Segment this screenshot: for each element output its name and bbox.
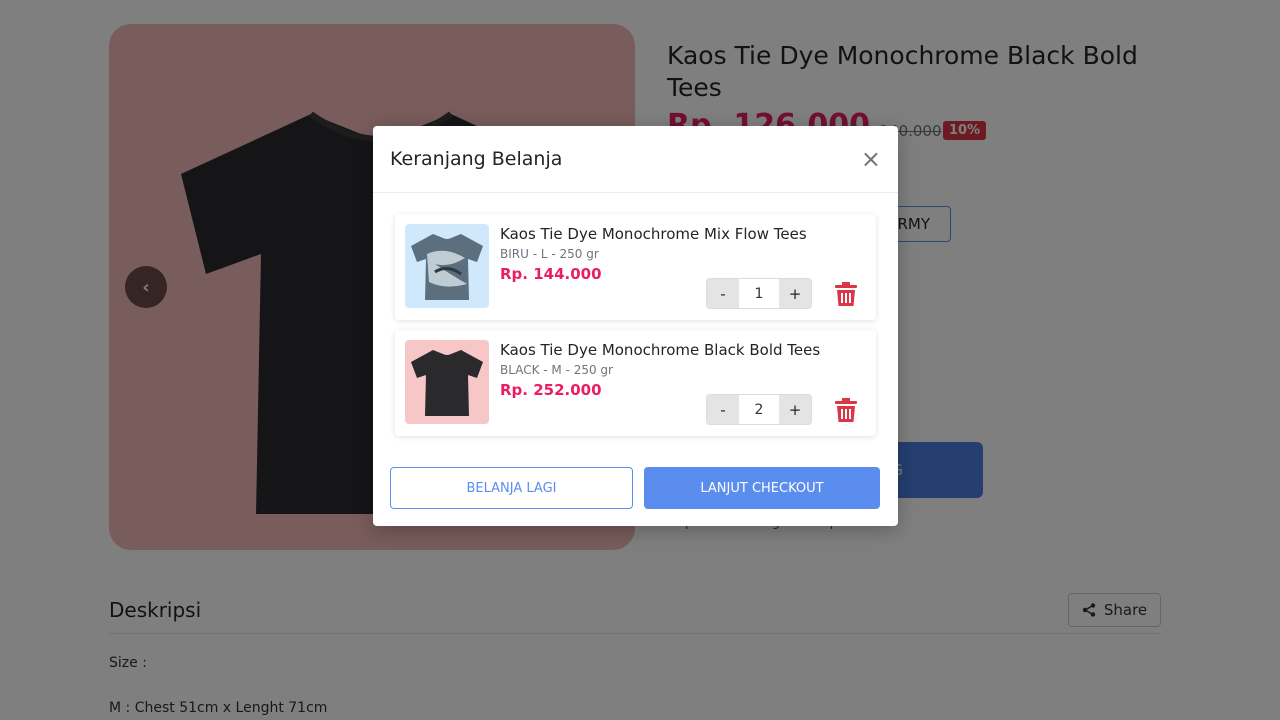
quantity-stepper: - 2 + bbox=[706, 394, 812, 425]
modal-header: Keranjang Belanja × bbox=[373, 126, 898, 193]
quantity-decrease-button[interactable]: - bbox=[707, 279, 739, 308]
black-shirt-image bbox=[411, 350, 483, 416]
quantity-stepper: - 1 + bbox=[706, 278, 812, 309]
trash-icon[interactable] bbox=[835, 398, 857, 422]
cart-item-variant: BIRU - L - 250 gr bbox=[500, 247, 599, 261]
cart-item-price: Rp. 144.000 bbox=[500, 265, 602, 283]
close-icon[interactable]: × bbox=[861, 147, 881, 171]
quantity-decrease-button[interactable]: - bbox=[707, 395, 739, 424]
product-thumbnail bbox=[405, 224, 489, 308]
quantity-increase-button[interactable]: + bbox=[779, 395, 811, 424]
continue-shopping-button[interactable]: BELANJA LAGI bbox=[390, 467, 633, 509]
cart-item-name: Kaos Tie Dye Monochrome Mix Flow Tees bbox=[500, 225, 807, 243]
cart-item: Kaos Tie Dye Monochrome Mix Flow Tees BI… bbox=[395, 214, 876, 320]
quantity-increase-button[interactable]: + bbox=[779, 279, 811, 308]
cart-item-variant: BLACK - M - 250 gr bbox=[500, 363, 613, 377]
quantity-input[interactable]: 1 bbox=[739, 279, 779, 308]
cart-item: Kaos Tie Dye Monochrome Black Bold Tees … bbox=[395, 330, 876, 436]
tie-dye-shirt-image bbox=[411, 234, 483, 300]
trash-icon[interactable] bbox=[835, 282, 857, 306]
cart-item-name: Kaos Tie Dye Monochrome Black Bold Tees bbox=[500, 341, 821, 359]
checkout-button[interactable]: LANJUT CHECKOUT bbox=[644, 467, 880, 509]
cart-modal: Keranjang Belanja × Kaos Tie Dye Monochr… bbox=[373, 126, 898, 526]
cart-item-price: Rp. 252.000 bbox=[500, 381, 602, 399]
quantity-input[interactable]: 2 bbox=[739, 395, 779, 424]
modal-title: Keranjang Belanja bbox=[390, 148, 563, 170]
product-thumbnail bbox=[405, 340, 489, 424]
